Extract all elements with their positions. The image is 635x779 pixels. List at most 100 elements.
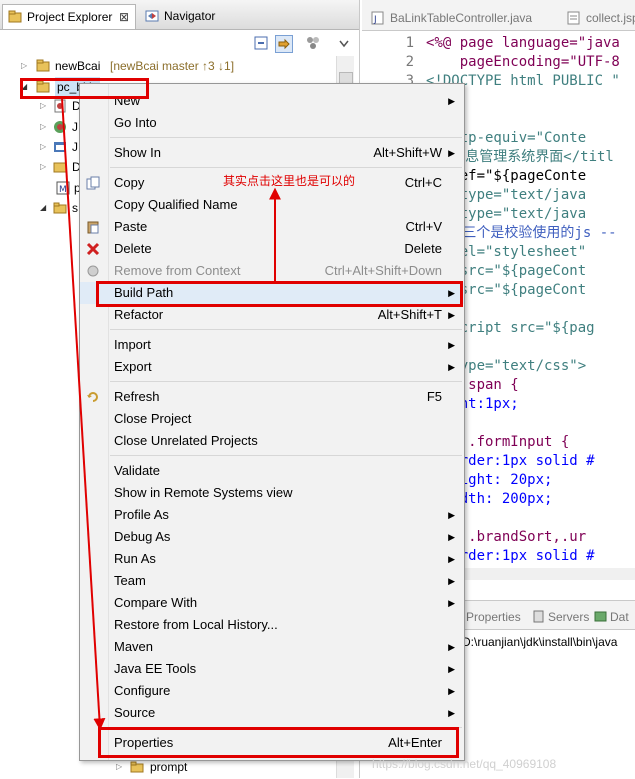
tree-item-label: J — [72, 140, 78, 154]
deployment-descriptor-icon — [54, 99, 66, 113]
menu-item-label: Delete — [114, 241, 152, 256]
submenu-arrow-icon: ▶ — [448, 340, 455, 350]
menu-item-java-ee-tools[interactable]: Java EE Tools ▶ — [80, 658, 464, 680]
submenu-arrow-icon: ▶ — [448, 708, 455, 718]
submenu-arrow-icon: ▶ — [448, 642, 455, 652]
line-number: 2 — [405, 54, 414, 70]
menu-item-shortcut: Ctrl+C — [404, 175, 442, 190]
menu-item-close-project[interactable]: Close Project — [80, 408, 464, 430]
deployed-resources-icon — [53, 162, 67, 173]
menu-item-label: New — [114, 93, 141, 108]
remove-context-icon — [87, 265, 99, 277]
menu-item-delete[interactable]: Delete Delete — [80, 238, 464, 260]
menu-item-import[interactable]: Import ▶ — [80, 334, 464, 356]
menu-item-team[interactable]: Team ▶ — [80, 570, 464, 592]
menu-item-restore-from-local-history[interactable]: Restore from Local History... — [80, 614, 464, 636]
tree-item-newbcai[interactable]: ▷ newBcai [newBcai master ↑3 ↓1] — [0, 56, 336, 76]
submenu-arrow-icon: ▶ — [448, 96, 455, 106]
submenu-arrow-icon: ▶ — [448, 148, 455, 158]
menu-item-build-path[interactable]: Build Path ▶ — [80, 282, 464, 304]
menu-item-remove-from-context[interactable]: Remove from Context Ctrl+Alt+Shift+Down — [80, 260, 464, 282]
link-with-editor-icon[interactable] — [275, 35, 293, 53]
filters-icon[interactable] — [305, 35, 321, 51]
tab-label: Project Explorer — [27, 10, 113, 24]
menu-item-copy-qualified-name[interactable]: Copy Qualified Name — [80, 194, 464, 216]
tree-item[interactable]: ▷ D — [0, 157, 81, 177]
tab-balinktablecontroller[interactable]: J BaLinkTableController.java — [362, 6, 548, 30]
tree-item-label: newBcai — [55, 59, 101, 73]
menu-item-paste[interactable]: Paste Ctrl+V — [80, 216, 464, 238]
refresh-icon — [87, 392, 98, 402]
menu-item-label: Paste — [114, 219, 148, 234]
menu-item-refresh[interactable]: Refresh F5 — [80, 386, 464, 408]
menu-item-show-in-remote-systems-view[interactable]: Show in Remote Systems view — [80, 482, 464, 504]
tab-navigator[interactable]: Navigator — [140, 4, 240, 29]
expand-icon[interactable]: ▷ — [40, 117, 46, 137]
navigator-icon — [145, 10, 159, 22]
tree-item[interactable]: M p — [0, 178, 81, 198]
menu-item-shortcut: Alt+Shift+W — [373, 145, 442, 160]
collapse-all-icon[interactable] — [253, 35, 269, 51]
servers-icon — [533, 610, 544, 623]
paste-icon — [87, 221, 99, 234]
expand-icon[interactable]: ▷ — [21, 56, 27, 76]
java-resources-icon — [54, 142, 66, 152]
menu-item-export[interactable]: Export ▶ — [80, 356, 464, 378]
collapse-icon[interactable]: ◢ — [40, 198, 46, 218]
expand-icon[interactable]: ▷ — [40, 137, 46, 157]
copy-icon — [86, 176, 100, 190]
tab-label: Dat — [610, 610, 629, 624]
menu-item-compare-with[interactable]: Compare With ▶ — [80, 592, 464, 614]
menu-item-run-as[interactable]: Run As ▶ — [80, 548, 464, 570]
maven-pom-icon: M — [56, 181, 70, 195]
menu-item-go-into[interactable]: Go Into — [80, 112, 464, 134]
menu-item-label: Profile As — [114, 507, 169, 522]
menu-separator — [110, 381, 462, 382]
jsp-file-icon — [567, 11, 580, 25]
menu-item-show-in[interactable]: Show In Alt+Shift+W ▶ — [80, 142, 464, 164]
menu-item-source[interactable]: Source ▶ — [80, 702, 464, 724]
folder-icon — [53, 202, 67, 214]
tree-item[interactable]: ▷ J — [0, 117, 80, 137]
menu-item-label: Debug As — [114, 529, 171, 544]
tab-collect-jsp[interactable]: collect.jsp — [558, 6, 635, 30]
svg-text:J: J — [373, 15, 377, 25]
menu-separator — [110, 137, 462, 138]
tab-project-explorer[interactable]: Project Explorer ⊠ — [2, 4, 136, 29]
code-line: 2 pageEncoding="UTF-8 — [362, 53, 635, 72]
menu-item-configure[interactable]: Configure ▶ — [80, 680, 464, 702]
menu-item-label: Refresh — [114, 389, 160, 404]
menu-item-label: Close Project — [114, 411, 192, 426]
tree-item[interactable]: ▷ J — [0, 137, 80, 157]
menu-item-close-unrelated-projects[interactable]: Close Unrelated Projects — [80, 430, 464, 452]
close-icon[interactable]: ⊠ — [119, 5, 129, 30]
expand-icon[interactable]: ▷ — [40, 96, 46, 116]
code-text: pageEncoding="UTF-8 — [426, 54, 620, 70]
view-menu-icon[interactable] — [336, 35, 352, 51]
annotation-note: 其实点击这里也是可以的 — [223, 174, 356, 188]
menu-item-refactor[interactable]: Refactor Alt+Shift+T ▶ — [80, 304, 464, 326]
submenu-arrow-icon: ▶ — [448, 686, 455, 696]
line-number: 1 — [405, 35, 414, 51]
menu-item-properties[interactable]: Properties Alt+Enter — [80, 732, 464, 754]
menu-separator — [110, 727, 462, 728]
tab-servers[interactable]: Servers — [532, 607, 589, 627]
collapse-icon[interactable]: ◢ — [21, 77, 27, 97]
menu-item-shortcut: F5 — [426, 389, 442, 404]
menu-item-profile-as[interactable]: Profile As ▶ — [80, 504, 464, 526]
menu-item-label: Configure — [114, 683, 171, 698]
expand-icon[interactable]: ▷ — [40, 157, 46, 177]
submenu-arrow-icon: ▶ — [448, 532, 455, 542]
menu-item-maven[interactable]: Maven ▶ — [80, 636, 464, 658]
menu-item-debug-as[interactable]: Debug As ▶ — [80, 526, 464, 548]
menu-item-validate[interactable]: Validate — [80, 460, 464, 482]
tab-data-source[interactable]: Dat — [594, 607, 629, 627]
menu-item-shortcut: Delete — [404, 241, 442, 256]
horizontal-scrollbar[interactable] — [460, 568, 635, 580]
tab-label: Navigator — [164, 9, 216, 23]
menu-item-new[interactable]: New ▶ — [80, 90, 464, 112]
tree-item[interactable]: ▷ D — [0, 96, 81, 116]
project-icon — [36, 80, 50, 93]
submenu-arrow-icon: ▶ — [448, 554, 455, 564]
tree-item[interactable]: ◢ s — [0, 198, 80, 218]
